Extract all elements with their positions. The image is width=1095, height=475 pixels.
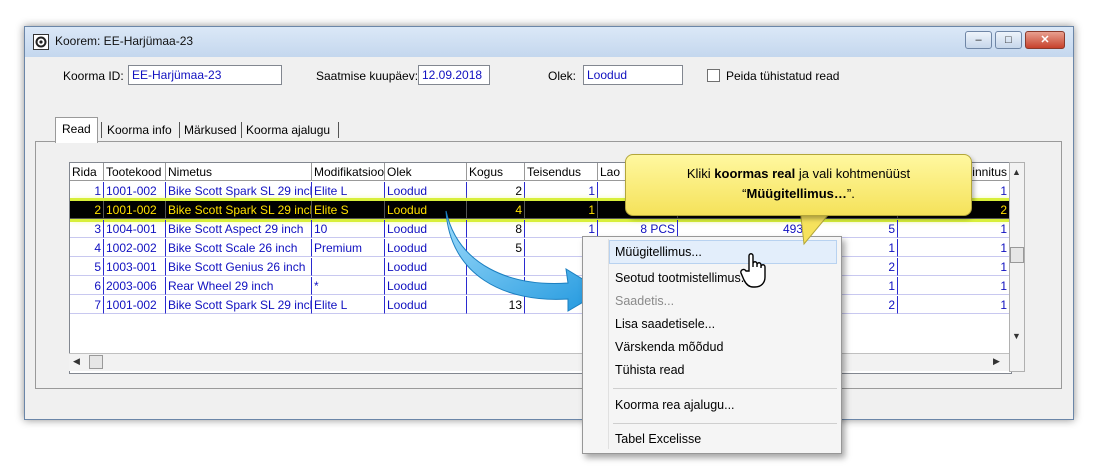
minimize-button[interactable]: – (965, 31, 992, 49)
saatmise-kuupaev-label: Saatmise kuupäev: (316, 69, 419, 83)
maximize-icon: □ (1005, 34, 1012, 46)
cell-modifikatsioon: * (312, 277, 385, 295)
peida-label: Peida tühistatud read (726, 69, 840, 83)
col-header-tootekood[interactable]: Tootekood (104, 163, 166, 181)
window-title: Koorem: EE-Harjümaa-23 (55, 34, 194, 48)
cell-kinnitus: 1 (898, 277, 1010, 295)
hand-cursor-icon (740, 253, 766, 288)
maximize-button[interactable]: □ (995, 31, 1022, 49)
scroll-up-icon[interactable]: ▲ (1012, 167, 1021, 177)
cell-nimetus: Bike Scott Spark SL 29 inch (166, 201, 312, 219)
tab-divider (338, 122, 339, 138)
cell-tootekood: 1001-002 (104, 201, 166, 219)
cell-nimetus: Rear Wheel 29 inch (166, 277, 312, 295)
hscroll-thumb[interactable] (89, 355, 103, 369)
tab-divider (179, 122, 180, 138)
menu-item-varskenda-moodud[interactable]: Värskenda mõõdud (615, 336, 723, 358)
tab-divider (101, 122, 102, 138)
cell-modifikatsioon: 10 (312, 220, 385, 238)
minimize-icon: – (975, 34, 982, 46)
cell-rida: 1 (70, 182, 104, 200)
cell-kinnitus: 1 (898, 296, 1010, 314)
menu-separator (613, 388, 837, 389)
close-button[interactable]: ✕ (1025, 31, 1065, 49)
vertical-scrollbar[interactable]: ▲ ▼ (1009, 162, 1025, 372)
cell-olek: Loodud (385, 182, 467, 200)
menu-item-lisa-saadetisele[interactable]: Lisa saadetisele... (615, 313, 715, 335)
peida-checkbox[interactable] (707, 69, 720, 82)
scroll-left-icon[interactable]: ◀ (73, 356, 80, 367)
cell-tootekood: 2003-006 (104, 277, 166, 295)
cell-kogus: 2 (467, 182, 525, 200)
cell-modifikatsioon: Premium (312, 239, 385, 257)
koorma-id-field[interactable]: EE-Harjümaa-23 (128, 65, 282, 85)
cell-tootekood: 1001-002 (104, 182, 166, 200)
cell-nimetus: Bike Scott Aspect 29 inch (166, 220, 312, 238)
scroll-down-icon[interactable]: ▼ (1012, 331, 1021, 341)
menu-item-saadetis: Saadetis... (615, 294, 675, 308)
menu-item-tabel-excelisse[interactable]: Tabel Excelisse (615, 428, 701, 450)
title-bar[interactable]: Koorem: EE-Harjümaa-23 – □ ✕ (25, 27, 1073, 57)
saatmise-kuupaev-field[interactable]: 12.09.2018 (418, 65, 490, 85)
olek-field[interactable]: Loodud (583, 65, 683, 85)
cell-kinnitus: 1 (898, 220, 1010, 238)
cell-rida: 7 (70, 296, 104, 314)
koorma-id-label: Koorma ID: (63, 69, 124, 83)
callout-line-1: Kliki koormas real ja vali kohtmenüüst (686, 166, 911, 181)
col-header-rida[interactable]: Rida (70, 163, 104, 181)
scroll-right-icon[interactable]: ▶ (993, 356, 1000, 367)
cell-tootekood: 1001-002 (104, 296, 166, 314)
menu-item-muugitellimus[interactable]: Müügitellimus... (615, 241, 702, 263)
tab-markused[interactable]: Märkused (184, 119, 237, 141)
context-menu: Müügitellimus... Seotud tootmistellimus.… (582, 236, 842, 454)
callout-line-2: “Müügitellimus…”. (742, 186, 855, 201)
col-header-modifikatsioon[interactable]: Modifikatsioon (312, 163, 385, 181)
tab-koorma-ajalugu[interactable]: Koorma ajalugu (246, 119, 330, 141)
olek-label: Olek: (548, 69, 577, 83)
col-header-nimetus[interactable]: Nimetus (166, 163, 312, 181)
cell-teisendus: 1 (525, 182, 598, 200)
app-gear-icon (33, 34, 49, 50)
cell-rida: 5 (70, 258, 104, 276)
cell-tootekood: 1003-001 (104, 258, 166, 276)
cell-nimetus: Bike Scott Spark SL 29 inch (166, 182, 312, 200)
cell-rida: 2 (70, 201, 104, 219)
cell-modifikatsioon (312, 258, 385, 276)
cell-tootekood: 1002-002 (104, 239, 166, 257)
cell-kinnitus: 1 (898, 239, 1010, 257)
scroll-thumb[interactable] (1010, 247, 1024, 263)
tab-divider (241, 122, 242, 138)
cell-nimetus: Bike Scott Spark SL 29 inch (166, 296, 312, 314)
cell-nimetus: Bike Scott Scale 26 inch (166, 239, 312, 257)
cell-rida: 4 (70, 239, 104, 257)
tab-read[interactable]: Read (55, 117, 98, 143)
menu-icon-strip (608, 239, 609, 449)
cell-modifikatsioon: Elite S (312, 201, 385, 219)
menu-separator (613, 423, 837, 424)
menu-item-koorma-rea-ajalugu[interactable]: Koorma rea ajalugu... (615, 394, 735, 416)
menu-item-seotud-tootmistellimus[interactable]: Seotud tootmistellimus... (615, 267, 751, 289)
col-header-kogus[interactable]: Kogus (467, 163, 525, 181)
horizontal-scrollbar[interactable]: ◀ ▶ (69, 353, 1009, 371)
cell-modifikatsioon: Elite L (312, 296, 385, 314)
cell-modifikatsioon: Elite L (312, 182, 385, 200)
cell-nimetus: Bike Scott Genius 26 inch (166, 258, 312, 276)
col-header-teisendus[interactable]: Teisendus (525, 163, 598, 181)
cell-rida: 6 (70, 277, 104, 295)
close-icon: ✕ (1040, 34, 1050, 46)
callout-bubble: Kliki koormas real ja vali kohtmenüüst “… (625, 154, 972, 216)
cell-rida: 3 (70, 220, 104, 238)
menu-item-tuhista-read[interactable]: Tühista read (615, 359, 684, 381)
col-header-olek[interactable]: Olek (385, 163, 467, 181)
tab-koorma-info[interactable]: Koorma info (107, 119, 172, 141)
cell-kinnitus: 1 (898, 258, 1010, 276)
cell-tootekood: 1004-001 (104, 220, 166, 238)
